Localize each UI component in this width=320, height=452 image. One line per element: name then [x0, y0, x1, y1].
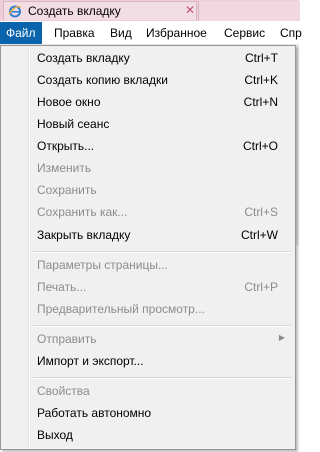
menu-separator — [33, 251, 291, 253]
menu-item-label: Создать вкладку — [37, 51, 130, 65]
menu-item-new-window[interactable]: Новое окно Ctrl+N — [3, 92, 293, 114]
menu-item-shortcut: Ctrl+W — [241, 228, 278, 242]
menu-separator — [33, 377, 291, 379]
menu-item-import-export[interactable]: Импорт и экспорт... — [3, 351, 293, 373]
menu-item-label: Новое окно — [37, 95, 101, 109]
menu-favorites[interactable]: Избранное — [140, 22, 213, 44]
browser-tab[interactable]: Создать вкладку ✕ — [3, 1, 197, 20]
chevron-right-icon: ▶ — [278, 333, 285, 342]
close-tab-icon[interactable]: ✕ — [185, 3, 195, 17]
menu-item-work-offline[interactable]: Работать автономно — [3, 403, 293, 425]
tab-strip: Создать вкладку ✕ — [0, 0, 300, 21]
menu-item-exit[interactable]: Выход — [3, 425, 293, 447]
menu-item-label: Открыть... — [37, 139, 95, 153]
tab-title: Создать вкладку — [28, 4, 121, 18]
menu-item-label: Изменить — [37, 161, 92, 175]
menu-item-save-as[interactable]: Сохранить как... Ctrl+S — [3, 202, 293, 224]
menu-item-label: Закрыть вкладку — [37, 228, 131, 242]
menu-edit[interactable]: Правка — [48, 22, 101, 44]
menu-item-label: Сохранить как... — [37, 205, 128, 219]
menu-item-send[interactable]: Отправить ▶ — [3, 329, 293, 351]
menu-item-new-session[interactable]: Новый сеанс — [3, 114, 293, 136]
menu-item-label: Свойства — [37, 384, 90, 398]
menu-item-label: Импорт и экспорт... — [37, 354, 144, 368]
menu-item-properties[interactable]: Свойства — [3, 381, 293, 403]
menu-item-label: Параметры страницы... — [37, 258, 168, 272]
menu-item-open[interactable]: Открыть... Ctrl+O — [3, 136, 293, 158]
menu-item-label: Печать... — [37, 280, 87, 294]
menu-bar: Файл Правка Вид Избранное Сервис Спр — [0, 22, 302, 45]
menu-item-print-preview[interactable]: Предварительный просмотр... — [3, 299, 293, 321]
menu-item-save[interactable]: Сохранить — [3, 180, 293, 202]
menu-item-page-setup[interactable]: Параметры страницы... — [3, 255, 293, 277]
menu-item-shortcut: Ctrl+S — [244, 205, 278, 219]
menu-item-label: Предварительный просмотр... — [37, 302, 205, 316]
menu-item-label: Новый сеанс — [37, 117, 110, 131]
menu-item-label: Выход — [37, 428, 73, 442]
menu-help[interactable]: Спр — [274, 22, 308, 44]
menu-item-label: Отправить — [37, 332, 97, 346]
menu-item-label: Создать копию вкладки — [37, 73, 168, 87]
menu-item-duplicate-tab[interactable]: Создать копию вкладки Ctrl+K — [3, 70, 293, 92]
menu-item-new-tab[interactable]: Создать вкладку Ctrl+T — [3, 48, 293, 70]
menu-item-print[interactable]: Печать... Ctrl+P — [3, 277, 293, 299]
ie-logo-icon — [8, 5, 22, 18]
menu-item-label: Сохранить — [37, 183, 97, 197]
menu-item-shortcut: Ctrl+N — [243, 95, 278, 109]
new-tab-button[interactable] — [198, 1, 300, 21]
menu-file[interactable]: Файл — [0, 22, 42, 44]
menu-item-shortcut: Ctrl+T — [245, 51, 278, 65]
menu-separator — [33, 325, 291, 327]
menu-view[interactable]: Вид — [104, 22, 138, 44]
menu-item-close-tab[interactable]: Закрыть вкладку Ctrl+W — [3, 225, 293, 247]
menu-item-shortcut: Ctrl+K — [244, 73, 278, 87]
menu-tools[interactable]: Сервис — [218, 22, 271, 44]
page-edge — [296, 45, 299, 245]
menu-item-shortcut: Ctrl+O — [242, 139, 278, 153]
menu-item-label: Работать автономно — [37, 406, 152, 420]
menu-item-edit[interactable]: Изменить — [3, 158, 293, 180]
file-menu-dropdown: Создать вкладку Ctrl+T Создать копию вкл… — [0, 45, 296, 450]
menu-item-shortcut: Ctrl+P — [244, 280, 278, 294]
